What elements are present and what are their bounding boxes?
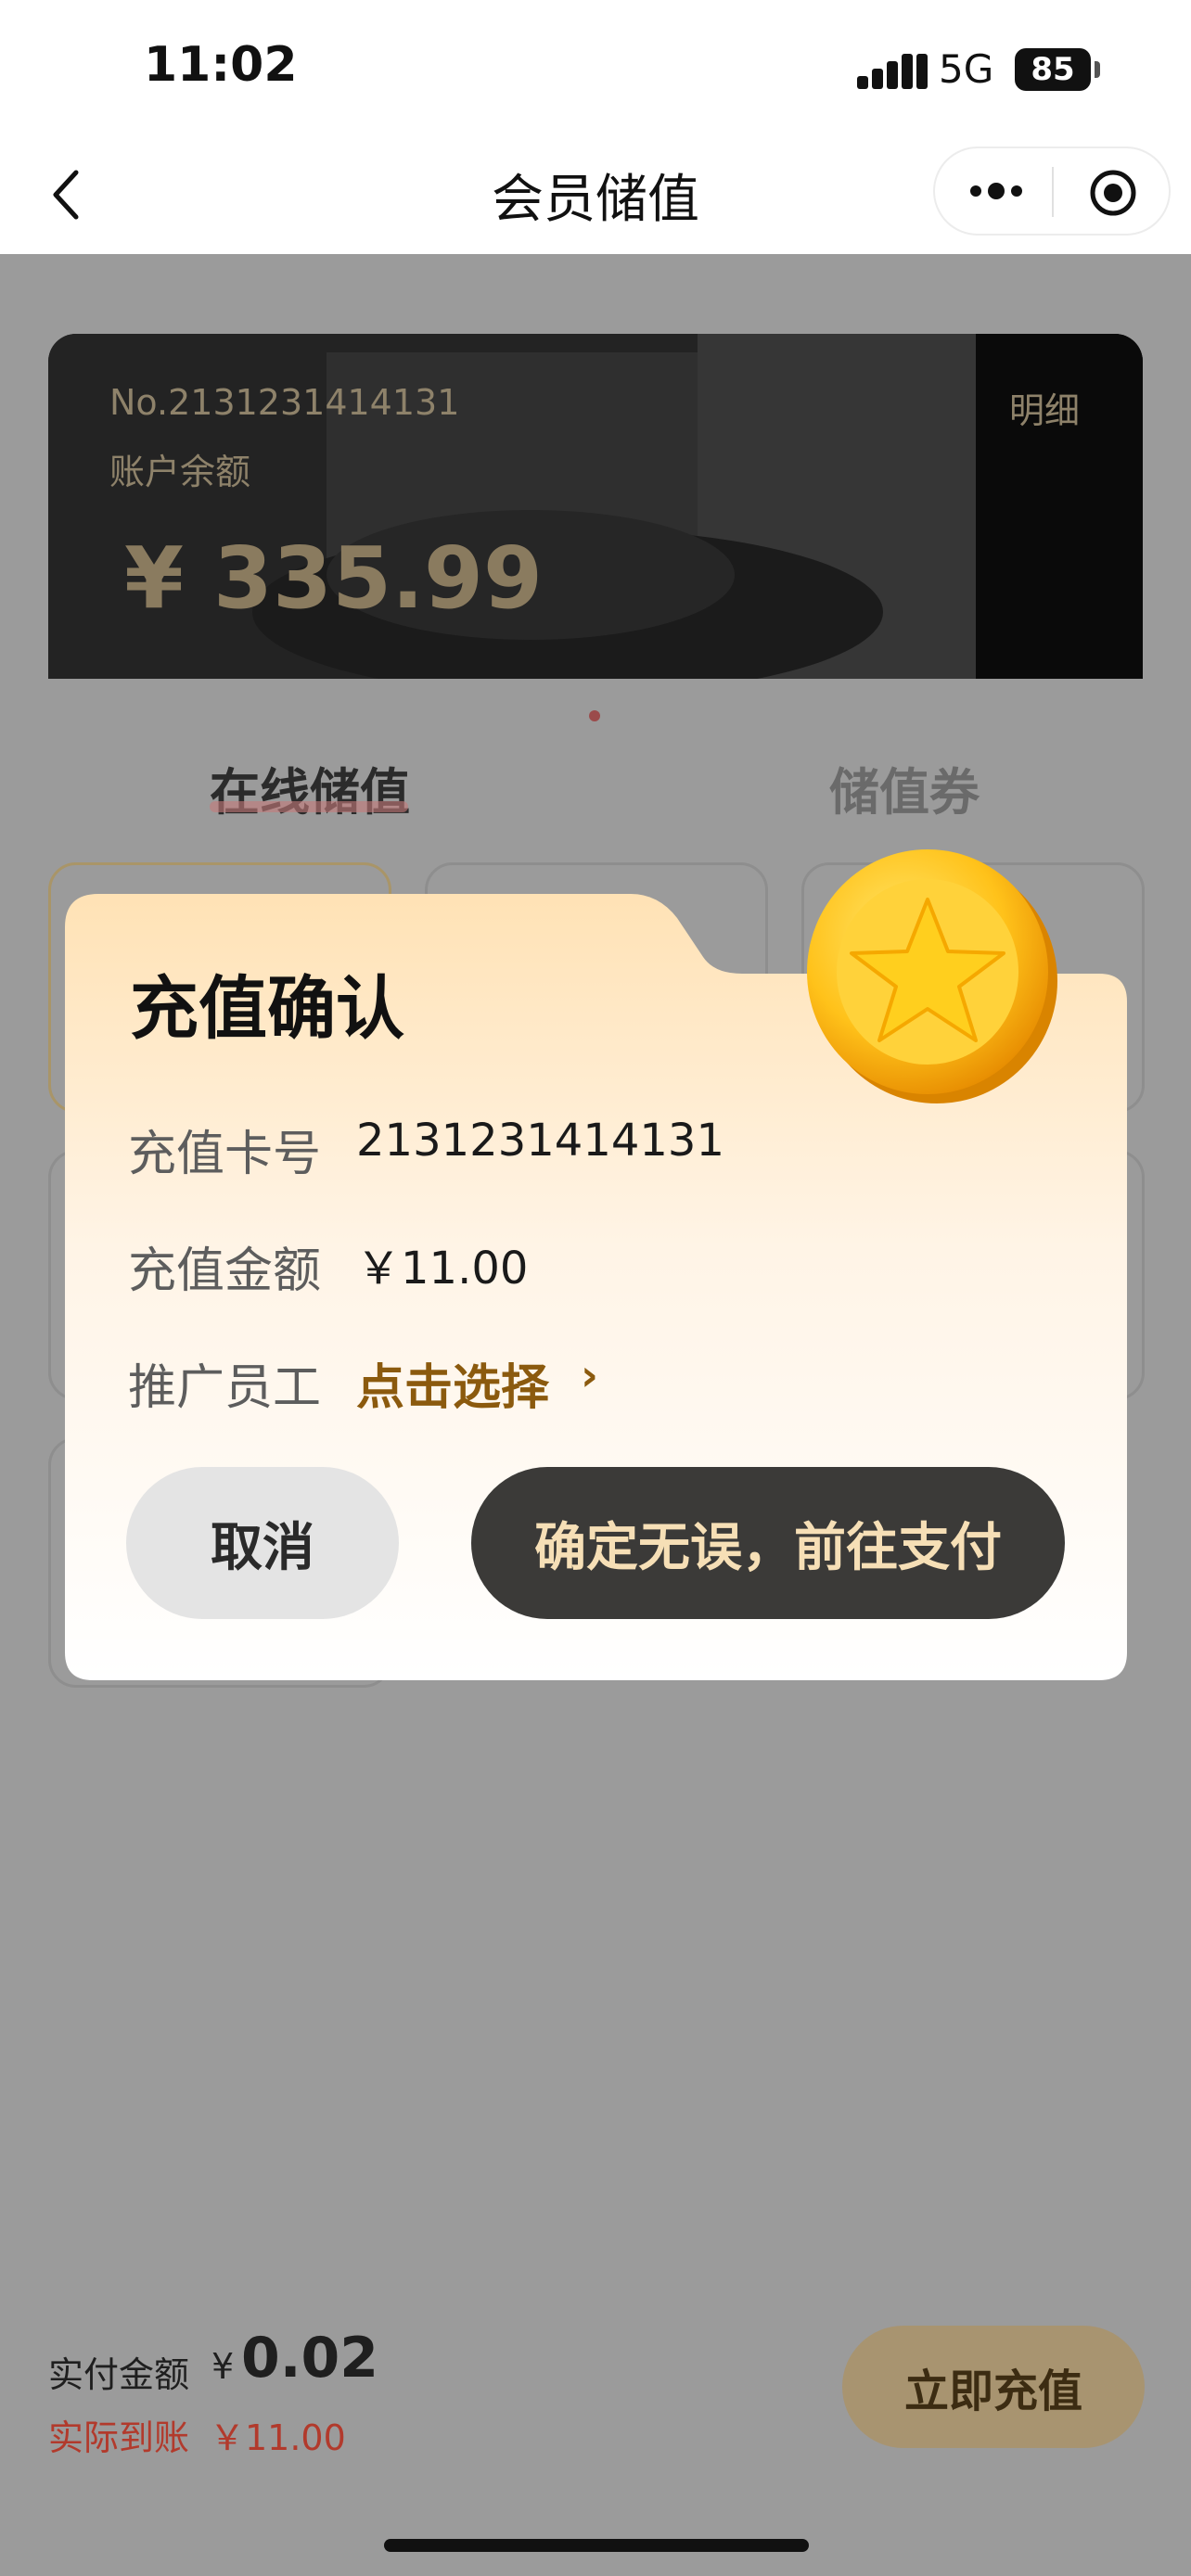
status-time: 11:02 (144, 37, 298, 93)
nav-bar: 会员储值 (0, 139, 1191, 254)
home-indicator (384, 2539, 809, 2552)
confirm-pay-button[interactable]: 确定无误，前往支付 (471, 1467, 1065, 1619)
detail-link[interactable]: 明细 (1009, 382, 1080, 433)
pay-amount: 0.02 (241, 2326, 379, 2391)
amount-label: 充值金额 (128, 1243, 322, 1299)
balance-label: 账户余额 (109, 452, 251, 492)
balance-card: No.2131231414131 账户余额 明细 ¥ 335.99 (48, 334, 1143, 679)
more-icon[interactable] (968, 180, 1024, 206)
network-type: 5G (939, 46, 994, 92)
battery-indicator: 85 (1015, 48, 1091, 91)
tab-active-underline (210, 801, 408, 812)
cancel-button[interactable]: 取消 (126, 1467, 399, 1619)
target-icon[interactable] (1089, 169, 1137, 221)
battery-tip (1095, 61, 1100, 78)
card-number: No.2131231414131 (109, 382, 460, 423)
chevron-right-icon[interactable]: › (581, 1350, 598, 1400)
balance-amount: ¥ 335.99 (124, 529, 544, 628)
recharge-now-button[interactable]: 立即充值 (842, 2326, 1145, 2448)
arrive-amount: ￥11.00 (210, 2417, 346, 2458)
tab-recharge-voucher[interactable]: 储值券 (829, 751, 980, 824)
capsule-divider (1052, 167, 1054, 217)
coin-icon (798, 842, 1067, 1115)
signal-icon (857, 52, 928, 95)
pay-label: 实付金额 (48, 2354, 190, 2395)
staff-label: 推广员工 (128, 1360, 322, 1416)
dialog-title: 充值确认 (130, 969, 404, 1049)
status-bar: 11:02 5G 85 (0, 0, 1191, 139)
amount-value: ￥11.00 (356, 1243, 529, 1294)
card-no-value: 2131231414131 (356, 1115, 725, 1167)
select-staff-link[interactable]: 点击选择 (356, 1348, 549, 1418)
card-no-label: 充值卡号 (128, 1127, 322, 1182)
mini-program-capsule (933, 147, 1171, 236)
tab-online-recharge[interactable]: 在线储值 (210, 751, 410, 824)
carousel-dot (589, 710, 600, 721)
recharge-confirm-dialog: 充值确认 充值卡号 2131231414131 充值金额 ￥11.00 推广员工… (65, 849, 1127, 1680)
pay-currency: ¥ (211, 2346, 235, 2387)
arrive-label: 实际到账 (48, 2417, 190, 2458)
